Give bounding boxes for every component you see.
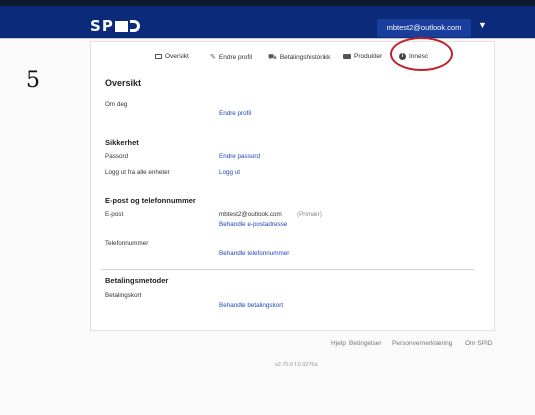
manage-email-link[interactable]: Behandle e-postadresse [219, 221, 287, 228]
tab-products[interactable]: Produkter [343, 53, 382, 60]
security-heading: Sikkerhet [105, 138, 139, 147]
tab-payment-history[interactable]: ⛟ Betalingshistorikk [268, 53, 330, 62]
payment-heading: Betalingsmetoder [105, 276, 169, 285]
pencil-icon: ✎ [210, 54, 216, 61]
logo-letter-s: S [90, 17, 101, 35]
phone-label: Telefonnummer [105, 240, 149, 247]
tab-overview[interactable]: Oversikt [155, 53, 189, 60]
about-label: Om deg [105, 101, 128, 108]
chevron-down-icon[interactable]: ▼ [478, 20, 487, 30]
cart-icon: ⛟ [268, 54, 277, 61]
camera-icon [343, 54, 351, 59]
footer-about-link[interactable]: Om SPID [465, 340, 492, 347]
manage-phone-link[interactable]: Behandle telefonnummer [219, 250, 289, 257]
tab-label: Betalingshistorikk [279, 54, 331, 61]
account-card: Oversikt ✎ Endre profil ⛟ Betalingshisto… [90, 41, 495, 331]
footer-privacy-link[interactable]: Personvernerklæring [392, 340, 452, 347]
logo-letter-p: P [101, 17, 113, 35]
section-divider [101, 269, 474, 270]
tab-label: Produkter [354, 53, 383, 60]
logo-bar [114, 20, 128, 32]
footer-terms-link[interactable]: Betingelser [349, 340, 382, 347]
logout-all-label: Logg ut fra alle enheter [105, 169, 170, 176]
page-number: 5 [26, 68, 40, 93]
card-label: Betalingskort [105, 292, 142, 299]
annotation-circle [390, 37, 453, 71]
email-label: E-post [105, 211, 124, 218]
site-header: S P mbtest2@outlook.com ▼ [0, 6, 535, 38]
page-title: Oversikt [105, 78, 142, 88]
email-value: mbtest2@outlook.com [219, 211, 282, 218]
spid-logo[interactable]: S P [90, 17, 140, 35]
manage-card-link[interactable]: Behandle betalingskort [219, 302, 283, 309]
password-label: Passord [105, 153, 129, 160]
logout-link[interactable]: Logg ut [219, 169, 240, 176]
logo-letter-d [129, 20, 140, 32]
footer-help-link[interactable]: Hjelp [331, 340, 346, 347]
edit-profile-link[interactable]: Endre profil [219, 110, 251, 117]
change-password-link[interactable]: Endre passord [219, 153, 260, 160]
contact-heading: E-post og telefonnummer [105, 196, 196, 205]
overview-icon [155, 54, 162, 59]
header-divider [0, 38, 535, 39]
user-menu-button[interactable]: mbtest2@outlook.com [377, 19, 471, 37]
tab-edit-profile[interactable]: ✎ Endre profil [210, 53, 253, 62]
tab-label: Endre profil [218, 53, 253, 61]
tab-label: Oversikt [165, 53, 189, 60]
version-label: v2.70.0 f 0.0276a [275, 362, 318, 368]
primary-badge: (Primær) [297, 211, 322, 218]
